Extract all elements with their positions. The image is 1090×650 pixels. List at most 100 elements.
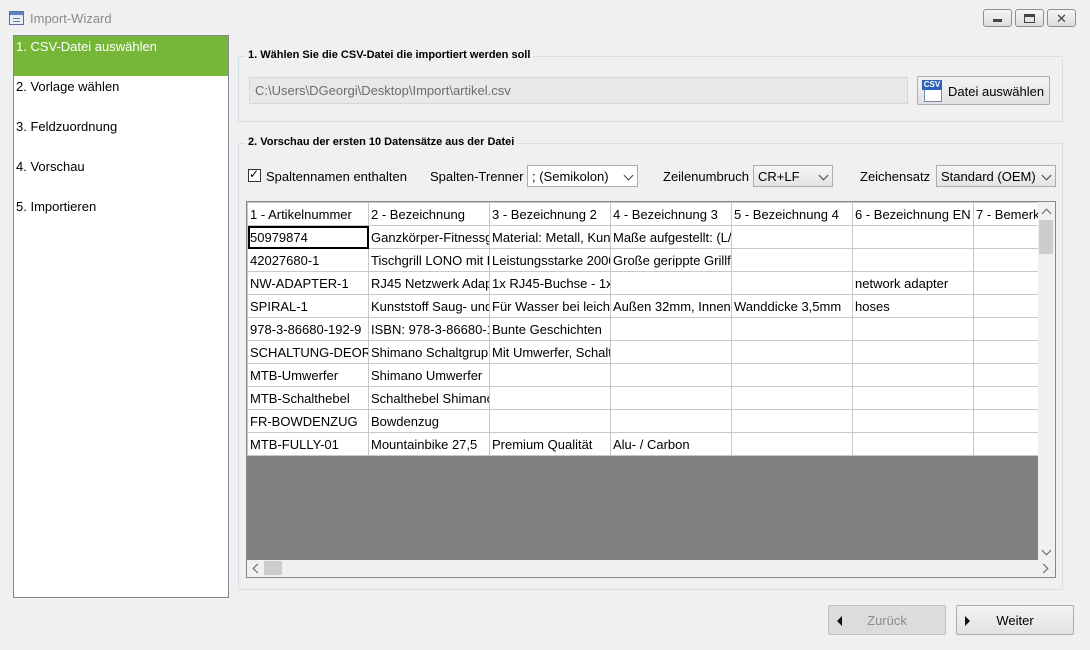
table-cell[interactable]: Material: Metall, Kunststoff	[489, 225, 611, 249]
table-cell[interactable]	[610, 271, 732, 295]
table-cell[interactable]: Shimano Schaltgruppe	[368, 340, 490, 364]
column-header[interactable]: 5 - Bezeichnung 4	[731, 202, 853, 226]
table-cell[interactable]: network adapter	[852, 271, 974, 295]
table-cell[interactable]: Bowdenzug	[368, 409, 490, 433]
table-cell[interactable]: Kunststoff Saug- und Druckschlauch	[368, 294, 490, 318]
table-row[interactable]: MTB-FULLY-01 Mountainbike 27,5 Premium Qua…	[247, 432, 1040, 456]
table-cell[interactable]	[852, 340, 974, 364]
table-cell[interactable]	[973, 340, 1040, 364]
table-row[interactable]: 50979874Ganzkörper-FitnessgerätMaterial:…	[247, 225, 1040, 249]
table-cell[interactable]: NW-ADAPTER-1	[247, 271, 369, 295]
scroll-up-icon[interactable]	[1041, 208, 1052, 219]
table-cell[interactable]	[610, 340, 732, 364]
next-button[interactable]: Weiter	[956, 605, 1074, 635]
table-cell[interactable]	[852, 248, 974, 272]
table-row[interactable]: NW-ADAPTER-1RJ45 Netzwerk Adapter1x RJ45…	[247, 271, 1040, 295]
table-cell[interactable]: 1x RJ45-Buchse - 1x	[489, 271, 611, 295]
horizontal-scrollbar[interactable]	[247, 560, 1055, 577]
table-cell[interactable]: Mountainbike 27,5	[368, 432, 490, 456]
table-cell[interactable]	[973, 317, 1040, 341]
table-cell[interactable]: 42027680-1	[247, 248, 369, 272]
table-cell[interactable]: Wanddicke 3,5mm	[731, 294, 853, 318]
column-header[interactable]: 7 - Bemerkung	[973, 202, 1040, 226]
table-row[interactable]: SCHALTUNG-DEORE Shimano Schaltgruppe Mit U…	[247, 340, 1040, 364]
table-cell[interactable]	[852, 225, 974, 249]
table-cell[interactable]	[610, 386, 732, 410]
vertical-scroll-thumb[interactable]	[1039, 220, 1053, 254]
back-button[interactable]: Zurück	[828, 605, 946, 635]
preview-grid[interactable]: 1 - Artikelnummer 2 - Bezeichnung 3 - Be…	[246, 201, 1056, 578]
maximize-button[interactable]	[1015, 9, 1044, 27]
table-cell[interactable]	[852, 317, 974, 341]
table-cell[interactable]: Außen 32mm, Innen 25mm	[610, 294, 732, 318]
table-row[interactable]: SPIRAL-1Kunststoff Saug- und Druckschlau…	[247, 294, 1040, 318]
table-cell[interactable]: Maße aufgestellt: (L/B/H)	[610, 225, 732, 249]
table-cell[interactable]: Mit Umwerfer, Schalthebel	[489, 340, 611, 364]
table-cell[interactable]	[973, 386, 1040, 410]
close-button[interactable]: ✕	[1047, 9, 1076, 27]
table-cell[interactable]: ISBN: 978-3-86680-192-9	[368, 317, 490, 341]
table-cell[interactable]: RJ45 Netzwerk Adapter	[368, 271, 490, 295]
column-header[interactable]: 1 - Artikelnummer	[247, 202, 369, 226]
table-cell[interactable]	[852, 363, 974, 387]
step-feldzuordnung[interactable]: 3. Feldzuordnung	[14, 116, 228, 156]
table-cell[interactable]	[731, 432, 853, 456]
table-cell[interactable]: 978-3-86680-192-9	[247, 317, 369, 341]
step-vorschau[interactable]: 4. Vorschau	[14, 156, 228, 196]
table-cell[interactable]	[731, 340, 853, 364]
table-cell[interactable]	[852, 409, 974, 433]
scroll-right-icon[interactable]	[1038, 563, 1049, 574]
table-cell[interactable]	[973, 225, 1040, 249]
table-cell[interactable]	[731, 225, 853, 249]
table-cell[interactable]	[731, 248, 853, 272]
charset-select[interactable]: Standard (OEM)	[936, 165, 1056, 187]
table-cell[interactable]: MTB-FULLY-01	[247, 432, 369, 456]
separator-select[interactable]: ; (Semikolon)	[527, 165, 638, 187]
table-cell[interactable]: Große gerippte Grillfläche	[610, 248, 732, 272]
table-cell[interactable]	[973, 409, 1040, 433]
vertical-scrollbar[interactable]	[1038, 202, 1055, 560]
table-row[interactable]: 978-3-86680-192-9ISBN: 978-3-86680-192-9…	[247, 317, 1040, 341]
table-cell[interactable]	[610, 363, 732, 387]
table-row[interactable]: MTB-Umwerfer Shimano Umwerfer	[247, 363, 1040, 387]
table-cell[interactable]: Schalthebel Shimano	[368, 386, 490, 410]
minimize-button[interactable]	[983, 9, 1012, 27]
table-cell[interactable]	[731, 363, 853, 387]
table-cell[interactable]: Tischgrill LONO mit Deckel	[368, 248, 490, 272]
table-cell[interactable]	[610, 409, 732, 433]
column-header[interactable]: 2 - Bezeichnung	[368, 202, 490, 226]
step-importieren[interactable]: 5. Importieren	[14, 196, 228, 236]
table-cell[interactable]: Alu- / Carbon	[610, 432, 732, 456]
table-cell[interactable]: SCHALTUNG-DEORE	[247, 340, 369, 364]
table-cell[interactable]: hoses	[852, 294, 974, 318]
table-cell[interactable]	[973, 363, 1040, 387]
table-cell[interactable]	[731, 386, 853, 410]
table-cell[interactable]: Shimano Umwerfer	[368, 363, 490, 387]
table-cell[interactable]	[731, 409, 853, 433]
table-cell[interactable]	[852, 386, 974, 410]
table-cell[interactable]: MTB-Schalthebel	[247, 386, 369, 410]
table-cell[interactable]: 50979874	[247, 225, 369, 249]
table-cell[interactable]	[973, 248, 1040, 272]
table-row[interactable]: 42027680-1Tischgrill LONO mit DeckelLeis…	[247, 248, 1040, 272]
table-cell[interactable]	[973, 294, 1040, 318]
header-names-checkbox[interactable]: ✓	[248, 167, 261, 182]
scroll-left-icon[interactable]	[252, 563, 263, 574]
table-cell[interactable]: Bunte Geschichten	[489, 317, 611, 341]
column-header[interactable]: 6 - Bezeichnung EN	[852, 202, 974, 226]
table-cell[interactable]	[973, 271, 1040, 295]
table-cell[interactable]	[731, 317, 853, 341]
table-cell[interactable]: MTB-Umwerfer	[247, 363, 369, 387]
table-cell[interactable]	[489, 386, 611, 410]
table-row[interactable]: FR-BOWDENZUG Bowdenzug	[247, 409, 1040, 433]
table-cell[interactable]	[489, 363, 611, 387]
step-csv-datei[interactable]: 1. CSV-Datei auswählen	[14, 36, 228, 76]
table-row[interactable]: MTB-Schalthebel Schalthebel Shimano	[247, 386, 1040, 410]
table-cell[interactable]: Premium Qualität	[489, 432, 611, 456]
table-cell[interactable]: Leistungsstarke 2000 W	[489, 248, 611, 272]
table-cell[interactable]: Ganzkörper-Fitnessgerät	[368, 225, 490, 249]
table-cell[interactable]	[852, 432, 974, 456]
scroll-down-icon[interactable]	[1041, 545, 1052, 556]
table-cell[interactable]	[610, 317, 732, 341]
column-header[interactable]: 4 - Bezeichnung 3	[610, 202, 732, 226]
